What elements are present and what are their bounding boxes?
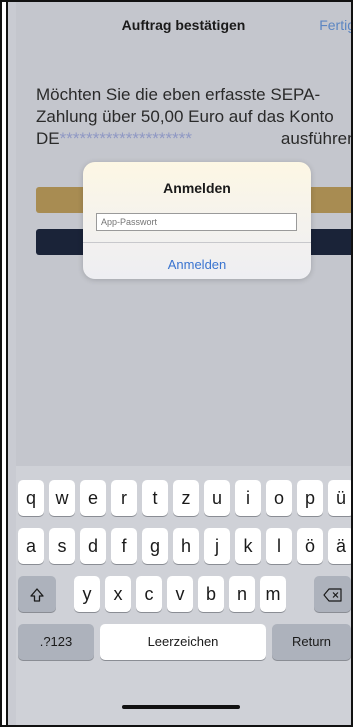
- login-dialog: Anmelden Anmelden: [83, 162, 311, 279]
- backspace-icon: [322, 588, 342, 602]
- key-o[interactable]: o: [266, 480, 292, 516]
- page-title: Auftrag bestätigen: [121, 17, 246, 33]
- key-b[interactable]: b: [198, 576, 224, 612]
- shift-key[interactable]: [18, 576, 56, 612]
- key-a[interactable]: a: [18, 528, 44, 564]
- key-h[interactable]: h: [173, 528, 199, 564]
- key-oe[interactable]: ö: [297, 528, 323, 564]
- space-key[interactable]: Leerzeichen: [100, 624, 266, 660]
- message-end: ausführen?: [280, 129, 351, 148]
- key-j[interactable]: j: [204, 528, 230, 564]
- navigation-bar: Auftrag bestätigen Fertig: [16, 2, 351, 47]
- key-v[interactable]: v: [167, 576, 193, 612]
- message-line-3: DE******************** ausführen?: [36, 128, 351, 150]
- key-d[interactable]: d: [80, 528, 106, 564]
- message-line-2: Zahlung über 50,00 Euro auf das Konto: [36, 107, 334, 126]
- key-x[interactable]: x: [105, 576, 131, 612]
- iban-prefix: DE: [36, 129, 60, 148]
- key-u[interactable]: u: [204, 480, 230, 516]
- left-strip: [2, 2, 8, 725]
- masked-iban: DE********************: [36, 128, 192, 150]
- key-ae[interactable]: ä: [328, 528, 351, 564]
- key-q[interactable]: q: [18, 480, 44, 516]
- numbers-key[interactable]: .?123: [18, 624, 94, 660]
- shift-arrow-icon: [30, 588, 44, 602]
- key-ue[interactable]: ü: [328, 480, 351, 516]
- key-m[interactable]: m: [260, 576, 286, 612]
- done-button[interactable]: Fertig: [319, 17, 351, 33]
- app-password-input[interactable]: [96, 213, 297, 231]
- key-c[interactable]: c: [136, 576, 162, 612]
- key-r[interactable]: r: [111, 480, 137, 516]
- key-e[interactable]: e: [80, 480, 106, 516]
- keyboard: q w e r t z u i o p ü a s d f g h j k l …: [16, 466, 351, 725]
- message-line-1: Möchten Sie die eben erfasste SEPA-: [36, 85, 321, 104]
- iban-mask: ********************: [59, 129, 192, 148]
- key-s[interactable]: s: [49, 528, 75, 564]
- login-button[interactable]: Anmelden: [83, 257, 311, 272]
- key-g[interactable]: g: [142, 528, 168, 564]
- home-indicator[interactable]: [122, 705, 240, 709]
- phone-screen: Auftrag bestätigen Fertig Möchten Sie di…: [0, 0, 353, 727]
- backspace-key[interactable]: [314, 576, 351, 612]
- key-f[interactable]: f: [111, 528, 137, 564]
- confirmation-message: Möchten Sie die eben erfasste SEPA- Zahl…: [36, 84, 351, 150]
- key-i[interactable]: i: [235, 480, 261, 516]
- dialog-title: Anmelden: [163, 180, 231, 196]
- key-k[interactable]: k: [235, 528, 261, 564]
- return-key[interactable]: Return: [272, 624, 351, 660]
- key-p[interactable]: p: [297, 480, 323, 516]
- key-w[interactable]: w: [49, 480, 75, 516]
- key-l[interactable]: l: [266, 528, 292, 564]
- key-y[interactable]: y: [74, 576, 100, 612]
- dialog-divider: [83, 242, 311, 243]
- key-n[interactable]: n: [229, 576, 255, 612]
- key-z[interactable]: z: [173, 480, 199, 516]
- key-t[interactable]: t: [142, 480, 168, 516]
